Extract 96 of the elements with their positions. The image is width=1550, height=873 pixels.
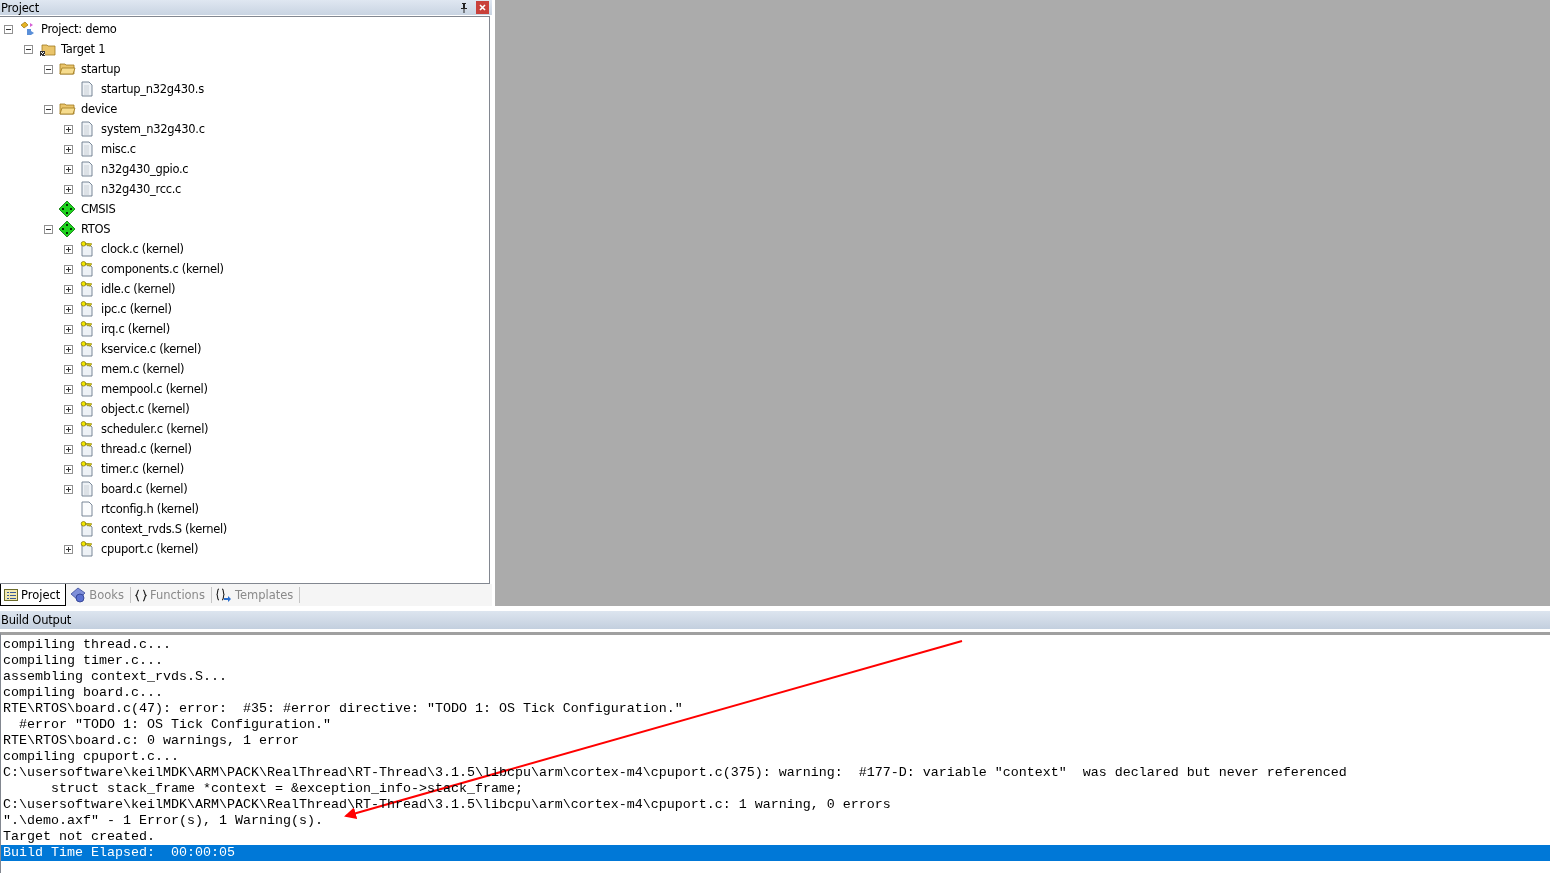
- tree-item[interactable]: irq.c (kernel): [101, 322, 170, 336]
- tree-item[interactable]: Target 1: [61, 42, 106, 56]
- expand-toggle[interactable]: [64, 164, 73, 174]
- file-icon: [79, 161, 95, 177]
- tree-item[interactable]: mem.c (kernel): [101, 362, 185, 376]
- collapse-toggle[interactable]: [24, 44, 33, 54]
- output-line: compiling thread.c...: [2, 637, 172, 653]
- expand-toggle[interactable]: [64, 484, 73, 494]
- pin-icon[interactable]: [460, 2, 468, 13]
- component-icon: [59, 221, 75, 237]
- key-file-icon: [79, 441, 95, 457]
- expand-toggle[interactable]: [64, 384, 73, 394]
- collapse-toggle[interactable]: [4, 24, 13, 34]
- key-file-icon: [79, 361, 95, 377]
- key-file-icon: [79, 521, 95, 537]
- expand-toggle[interactable]: [64, 124, 73, 134]
- key-file-icon: [79, 341, 95, 357]
- folder-icon: [39, 41, 57, 57]
- tree-item[interactable]: context_rvds.S (kernel): [101, 522, 227, 536]
- output-line: compiling board.c...: [2, 685, 164, 701]
- expand-toggle[interactable]: [64, 144, 73, 154]
- key-file-icon: [79, 421, 95, 437]
- key-file-icon: [79, 401, 95, 417]
- expand-toggle[interactable]: [64, 184, 73, 194]
- tree-item[interactable]: Project: demo: [41, 22, 117, 36]
- tree-item[interactable]: thread.c (kernel): [101, 442, 192, 456]
- expand-toggle[interactable]: [64, 464, 73, 474]
- expand-toggle[interactable]: [64, 444, 73, 454]
- tree-list-icon: [4, 588, 18, 601]
- tree-item[interactable]: device: [81, 102, 117, 116]
- close-icon: [479, 4, 486, 11]
- expand-toggle[interactable]: [64, 284, 73, 294]
- file-icon: [79, 81, 95, 97]
- tree-item[interactable]: startup_n32g430.s: [101, 82, 204, 96]
- folder-icon: [59, 61, 77, 77]
- tree-item[interactable]: CMSIS: [81, 202, 116, 216]
- output-line: Target not created.: [2, 829, 156, 845]
- output-line: compiling timer.c...: [2, 653, 164, 669]
- tree-item[interactable]: scheduler.c (kernel): [101, 422, 209, 436]
- template-icon: [215, 588, 232, 602]
- output-line: compiling cpuport.c...: [2, 749, 180, 765]
- key-file-icon: [79, 321, 95, 337]
- output-line: assembling context_rvds.S...: [2, 669, 228, 685]
- expand-toggle[interactable]: [64, 244, 73, 254]
- output-line: #error "TODO 1: OS Tick Configuration.": [18, 717, 332, 733]
- output-line: RTE\RTOS\board.c(47): error: #35: #error directive: "TODO 1: OS Tick Configuration.": [2, 701, 684, 717]
- expand-toggle[interactable]: [64, 424, 73, 434]
- key-file-icon: [79, 241, 95, 257]
- tree-item[interactable]: n32g430_rcc.c: [101, 182, 182, 196]
- panel-title: Build Output: [1, 613, 72, 627]
- tree-item[interactable]: timer.c (kernel): [101, 462, 184, 476]
- tree-item[interactable]: RTOS: [81, 222, 111, 236]
- output-line: ".\demo.axf" - 1 Error(s), 1 Warning(s).: [2, 813, 324, 829]
- tree-item[interactable]: object.c (kernel): [101, 402, 190, 416]
- tree-item[interactable]: kservice.c (kernel): [101, 342, 202, 356]
- file-icon: [79, 181, 95, 197]
- output-line: RTE\RTOS\board.c: 0 warnings, 1 error: [2, 733, 300, 749]
- book-icon: [70, 587, 87, 603]
- key-file-icon: [79, 541, 95, 557]
- expand-toggle[interactable]: [64, 544, 73, 554]
- braces-icon: [135, 588, 147, 602]
- expand-toggle[interactable]: [64, 364, 73, 374]
- component-icon: [59, 201, 75, 217]
- tree-item[interactable]: ipc.c (kernel): [101, 302, 172, 316]
- collapse-toggle[interactable]: [44, 64, 53, 74]
- key-file-icon: [79, 261, 95, 277]
- key-file-icon: [79, 301, 95, 317]
- tree-item[interactable]: system_n32g430.c: [101, 122, 205, 136]
- expand-toggle[interactable]: [64, 324, 73, 334]
- file-icon: [79, 501, 95, 517]
- file-icon: [79, 141, 95, 157]
- panel-tab[interactable]: Project: [0, 584, 67, 606]
- tree-item[interactable]: board.c (kernel): [101, 482, 188, 496]
- close-button[interactable]: [476, 1, 489, 14]
- tree-item[interactable]: cpuport.c (kernel): [101, 542, 199, 556]
- expand-toggle[interactable]: [64, 264, 73, 274]
- tree-item[interactable]: n32g430_gpio.c: [101, 162, 189, 176]
- expand-toggle[interactable]: [64, 344, 73, 354]
- key-file-icon: [79, 281, 95, 297]
- tree-item[interactable]: clock.c (kernel): [101, 242, 184, 256]
- file-icon: [79, 121, 95, 137]
- tree-item[interactable]: idle.c (kernel): [101, 282, 176, 296]
- panel-title: Project: [1, 0, 40, 15]
- collapse-toggle[interactable]: [44, 224, 53, 234]
- tree-item[interactable]: misc.c: [101, 142, 136, 156]
- tree-item[interactable]: rtconfig.h (kernel): [101, 502, 199, 516]
- folder-icon: [59, 101, 77, 117]
- expand-toggle[interactable]: [64, 404, 73, 414]
- collapse-toggle[interactable]: [44, 104, 53, 114]
- tree-item[interactable]: startup: [81, 62, 121, 76]
- tree-item[interactable]: components.c (kernel): [101, 262, 224, 276]
- expand-toggle[interactable]: [64, 304, 73, 314]
- file-icon: [79, 481, 95, 497]
- key-file-icon: [79, 381, 95, 397]
- key-file-icon: [79, 461, 95, 477]
- tree-item[interactable]: mempool.c (kernel): [101, 382, 208, 396]
